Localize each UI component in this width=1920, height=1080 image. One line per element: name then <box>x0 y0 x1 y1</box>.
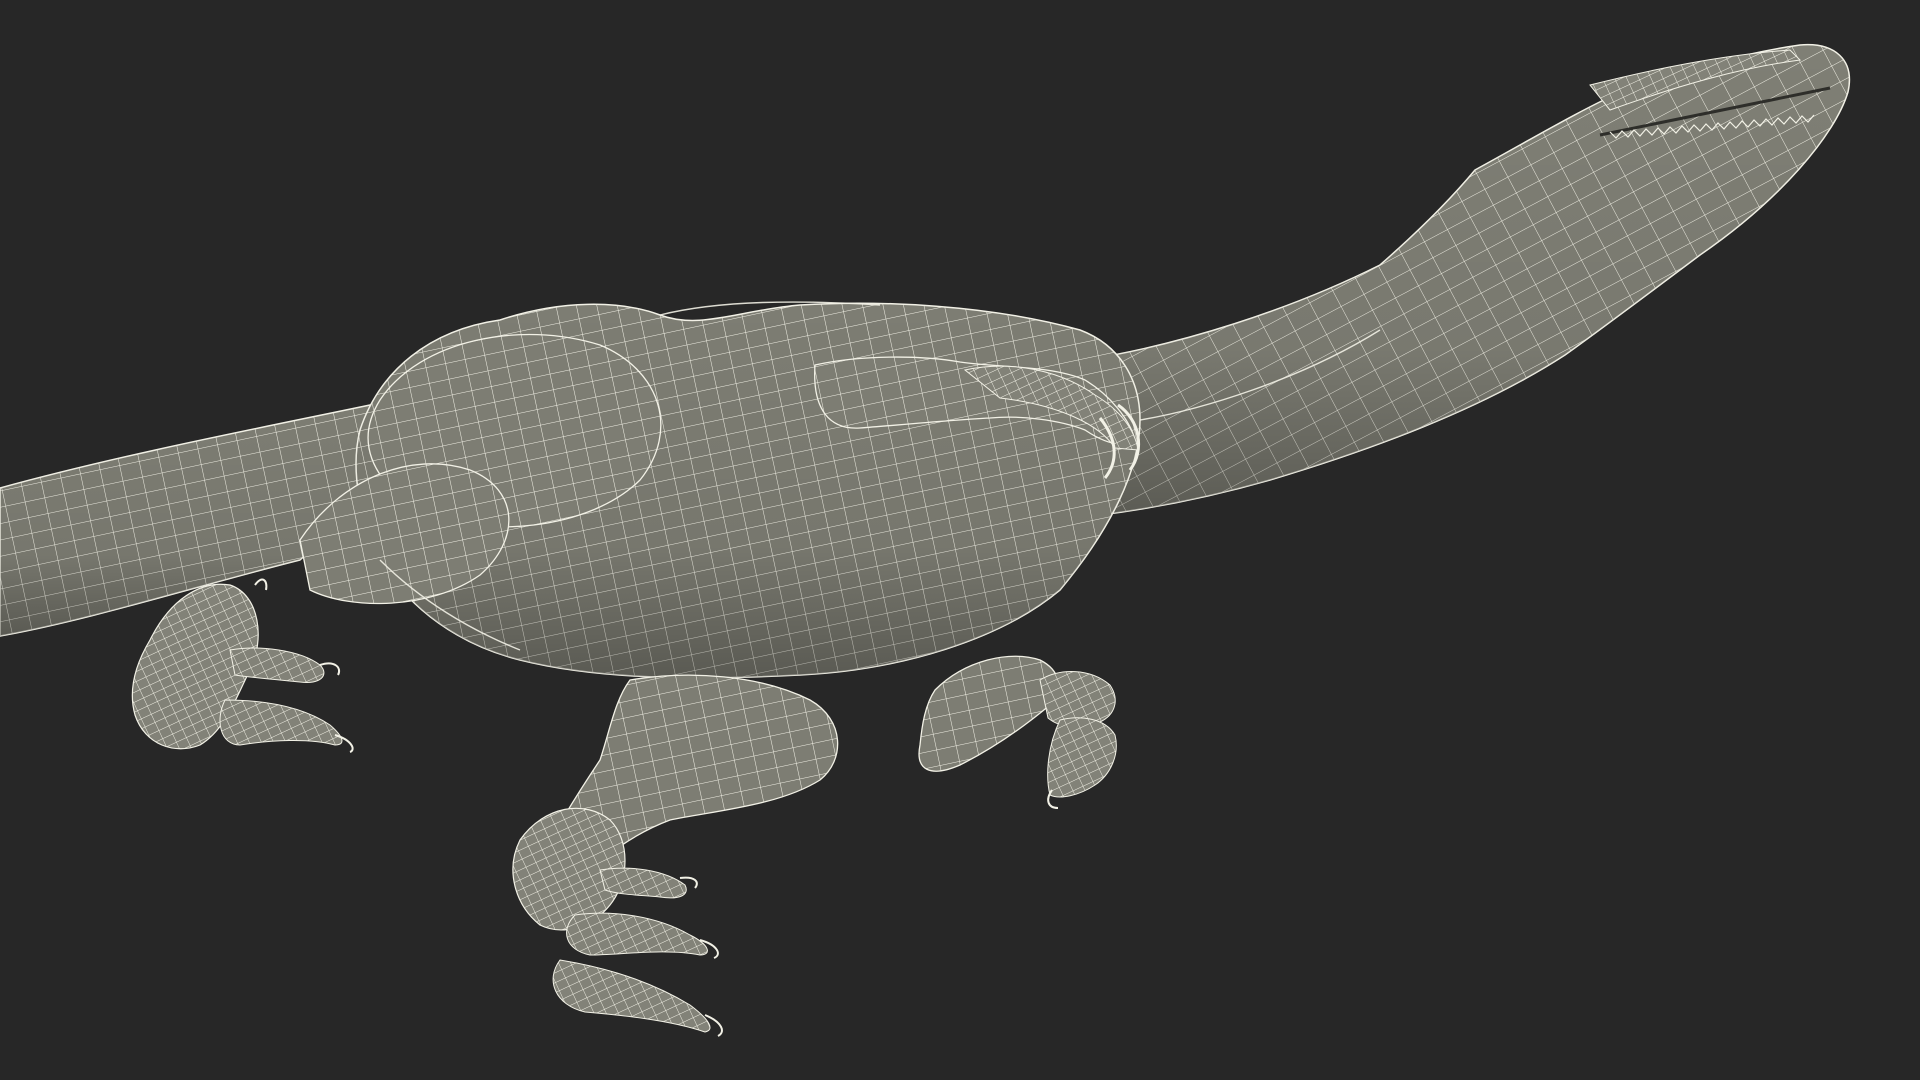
render-viewport <box>0 0 1920 1080</box>
center-leg <box>512 674 839 1037</box>
left-leg <box>131 578 354 753</box>
wireframe-dinosaur-render <box>0 43 1851 1037</box>
right-leg <box>918 655 1117 809</box>
torso <box>299 302 1141 679</box>
neck-and-head <box>1084 43 1851 516</box>
